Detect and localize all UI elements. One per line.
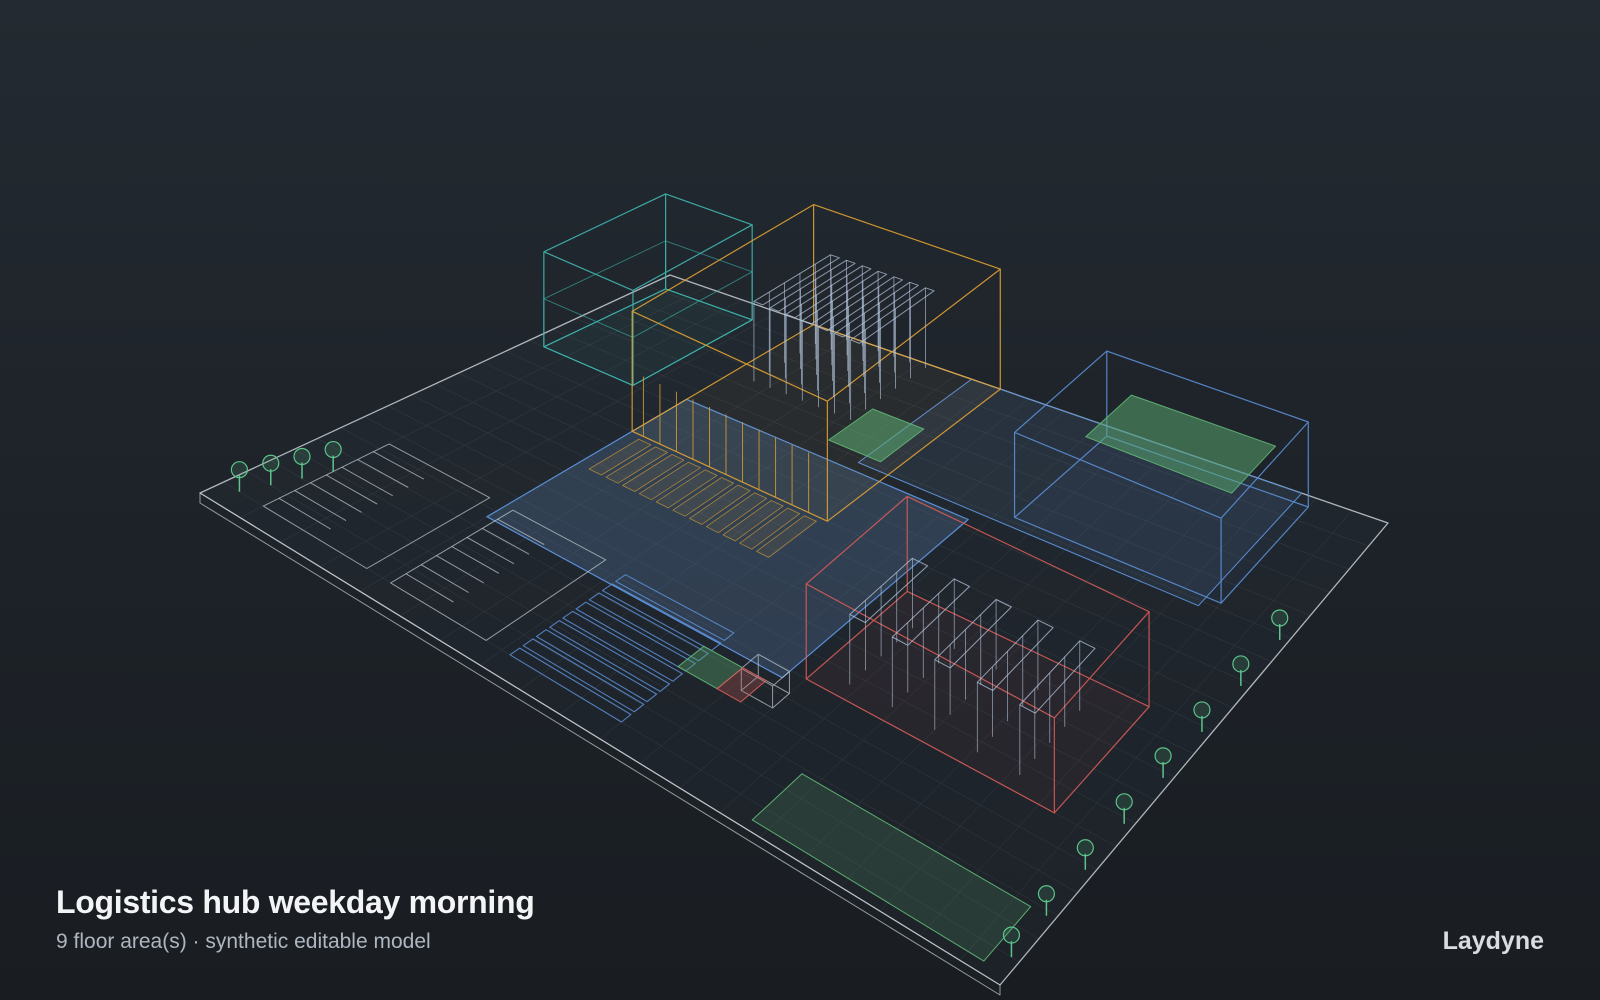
site-model	[199, 193, 1389, 996]
tree-icon-6	[1076, 839, 1094, 857]
tree-icon-2	[293, 447, 311, 466]
office-building-roof	[543, 193, 753, 291]
tree-icon-0	[230, 461, 249, 479]
brand-logo: Laydyne	[1442, 927, 1544, 955]
scene-title: Logistics hub weekday morning	[56, 884, 535, 920]
tree-icon-3	[324, 440, 342, 459]
scene-caption: Logistics hub weekday morning 9 floor ar…	[56, 884, 535, 954]
tree-icon-9	[1193, 701, 1211, 719]
tree-icon-5	[1037, 885, 1056, 903]
scene-subtitle: 9 floor area(s) · synthetic editable mod…	[56, 930, 431, 953]
3d-viewport[interactable]	[0, 0, 1600, 1000]
tree-icon-1	[262, 454, 280, 472]
tree-icon-11	[1271, 609, 1289, 627]
tree-icon-4	[1002, 926, 1021, 944]
tree-icon-10	[1232, 655, 1250, 673]
tree-icon-8	[1154, 747, 1172, 765]
tree-icon-7	[1115, 793, 1133, 811]
